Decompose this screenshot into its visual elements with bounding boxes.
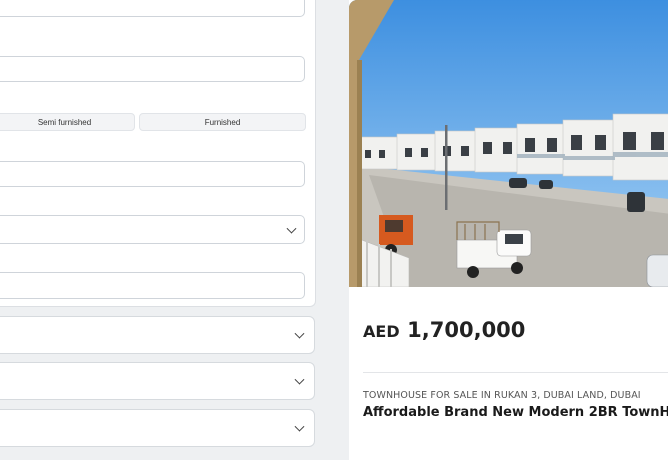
listing-card[interactable]: AED 1,700,000 TOWNHOUSE FOR SALE IN RUKA…	[349, 0, 668, 460]
text-input-field[interactable]	[0, 272, 305, 299]
listing-photo[interactable]	[349, 0, 668, 287]
text-input-field[interactable]	[0, 56, 305, 82]
dropdown-select[interactable]	[0, 215, 305, 244]
furnishing-option-semi-furnished[interactable]: Semi furnished	[0, 113, 135, 131]
text-input-field[interactable]	[0, 0, 305, 17]
chevron-down-icon	[286, 223, 297, 234]
text-input-field[interactable]	[0, 161, 305, 187]
price-currency: AED	[363, 322, 400, 341]
collapsible-section[interactable]	[0, 316, 315, 354]
chevron-down-icon	[294, 421, 305, 432]
furnishing-option-furnished[interactable]: Furnished	[139, 113, 306, 131]
chevron-down-icon	[294, 328, 305, 339]
price-amount: 1,700,000	[407, 318, 526, 342]
collapsible-section[interactable]	[0, 409, 315, 447]
chevron-down-icon	[294, 374, 305, 385]
listing-price: AED 1,700,000	[363, 318, 525, 342]
collapsible-section[interactable]	[0, 362, 315, 400]
filter-form-panel: Semi furnished Furnished	[0, 0, 316, 307]
divider	[363, 372, 668, 373]
property-type-location: TOWNHOUSE FOR SALE IN RUKAN 3, DUBAI LAN…	[363, 390, 641, 401]
listing-title[interactable]: Affordable Brand New Modern 2BR TownHous…	[363, 405, 668, 420]
